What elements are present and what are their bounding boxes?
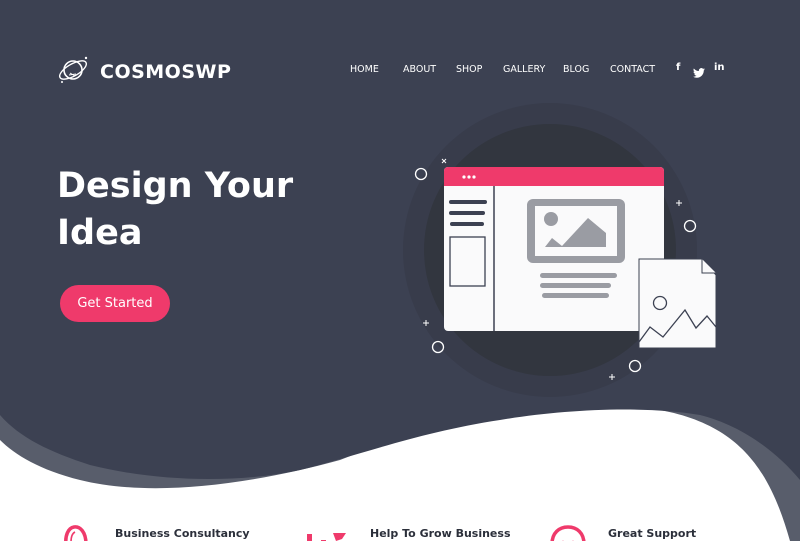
- feature-title-business-consultancy: Business Consultancy: [115, 527, 250, 540]
- window-dot: [462, 175, 466, 179]
- text-line: [540, 273, 617, 278]
- browser-titlebar: [444, 167, 664, 186]
- sidebar-line: [449, 211, 485, 215]
- hero-headline-line1: Design Your: [57, 166, 294, 206]
- planet-icon: [57, 55, 91, 89]
- nav-item-gallery[interactable]: GALLERY: [503, 64, 545, 75]
- browser-window-illustration: [403, 103, 717, 397]
- nav-item-home[interactable]: HOME: [350, 64, 379, 75]
- feature-title-great-support: Great Support: [608, 527, 697, 540]
- image-sun: [544, 212, 558, 226]
- hero-headline: Design Your Idea: [57, 163, 293, 257]
- nav-item-about[interactable]: ABOUT: [403, 64, 436, 75]
- facebook-icon[interactable]: f: [676, 62, 680, 73]
- text-line: [540, 283, 611, 288]
- twitter-icon[interactable]: [693, 63, 705, 82]
- hero-section: COSMOSWP HOME ABOUT SHOP GALLERY BLOG CO…: [0, 0, 800, 541]
- file-corner-fold: [701, 259, 716, 274]
- sidebar-line: [449, 200, 487, 204]
- nav-item-shop[interactable]: SHOP: [456, 64, 482, 75]
- brand-name: COSMOSWP: [100, 61, 232, 83]
- hero-headline-line2: Idea: [57, 213, 143, 253]
- growth-chart-icon: [306, 530, 348, 541]
- smiley-support-icon: [549, 524, 587, 541]
- window-dot: [472, 175, 476, 179]
- nav-item-blog[interactable]: BLOG: [563, 64, 589, 75]
- sidebar-line: [450, 222, 484, 226]
- get-started-button[interactable]: Get Started: [60, 285, 170, 322]
- feature-title-help-to-grow-business: Help To Grow Business: [370, 527, 511, 540]
- brand-logo[interactable]: COSMOSWP: [57, 55, 231, 89]
- lightbulb-icon: [62, 524, 90, 541]
- nav-item-contact[interactable]: CONTACT: [610, 64, 655, 75]
- linkedin-icon[interactable]: in: [714, 62, 725, 73]
- text-line: [542, 293, 609, 298]
- window-dot: [467, 175, 471, 179]
